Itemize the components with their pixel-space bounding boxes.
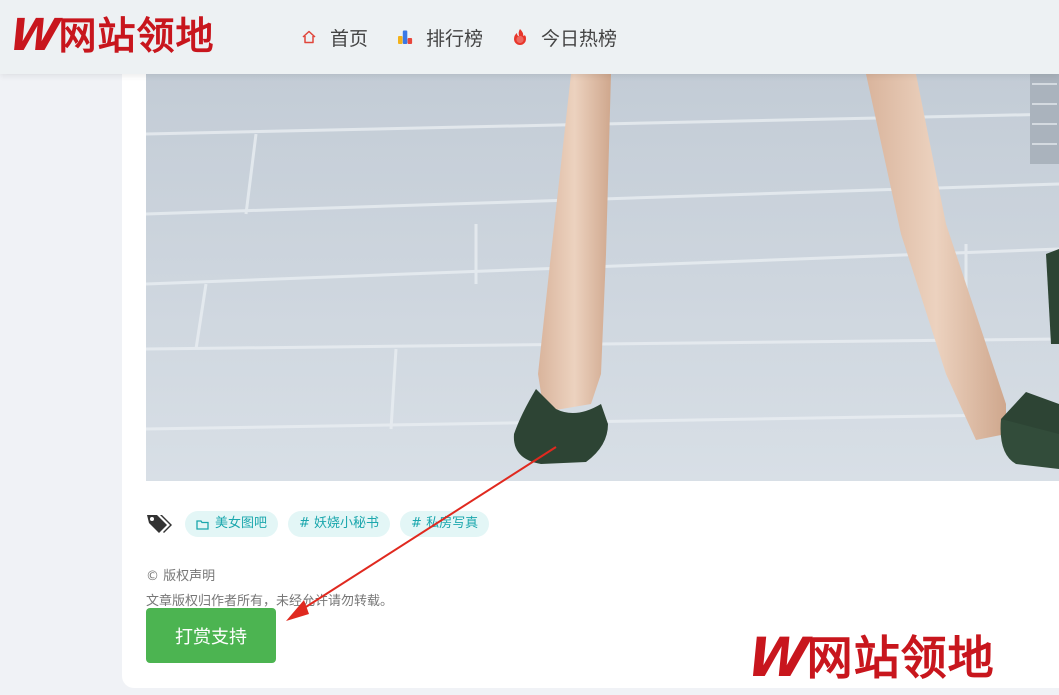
copyright-text: 文章版权归作者所有，未经允许请勿转载。 xyxy=(146,594,394,609)
hot-icon xyxy=(511,28,529,46)
home-icon xyxy=(300,28,318,46)
tag-label: # 私房写真 xyxy=(411,516,479,531)
copyright-title: © 版权声明 xyxy=(146,569,216,584)
site-logo[interactable]: W 网站领地 xyxy=(6,10,215,61)
tag-item[interactable]: # 妖娆小秘书 xyxy=(288,511,391,537)
article-photo xyxy=(146,74,1059,481)
nav-item-home[interactable]: 首页 xyxy=(300,24,368,51)
tag-label: 美女图吧 xyxy=(215,516,268,531)
folder-icon xyxy=(196,519,209,530)
site-header: W 网站领地 首页 排行榜 今日热榜 xyxy=(0,0,1059,74)
tags-row: 美女图吧 # 妖娆小秘书 # 私房写真 xyxy=(146,510,499,538)
nav-item-hot[interactable]: 今日热榜 xyxy=(511,24,617,51)
reward-button[interactable]: 打赏支持 xyxy=(146,608,276,663)
nav-label: 今日热榜 xyxy=(541,27,618,50)
watermark-logo: W 网站领地 xyxy=(743,626,995,690)
tag-label: # 妖娆小秘书 xyxy=(299,516,380,531)
nav-label: 首页 xyxy=(330,27,369,50)
nav-item-ranking[interactable]: 排行榜 xyxy=(396,24,483,51)
photo-illustration xyxy=(146,74,1059,481)
tag-item[interactable]: # 私房写真 xyxy=(400,511,490,537)
main-nav: 首页 排行榜 今日热榜 xyxy=(300,0,645,74)
watermark-text: 网站领地 xyxy=(806,631,995,685)
tag-category[interactable]: 美女图吧 xyxy=(185,511,279,537)
ranking-icon xyxy=(396,28,414,46)
watermark-mark: W xyxy=(743,626,808,689)
logo-mark: W xyxy=(6,10,59,61)
tags-icon xyxy=(147,515,172,533)
logo-text: 网站领地 xyxy=(58,14,215,58)
nav-label: 排行榜 xyxy=(426,27,484,50)
